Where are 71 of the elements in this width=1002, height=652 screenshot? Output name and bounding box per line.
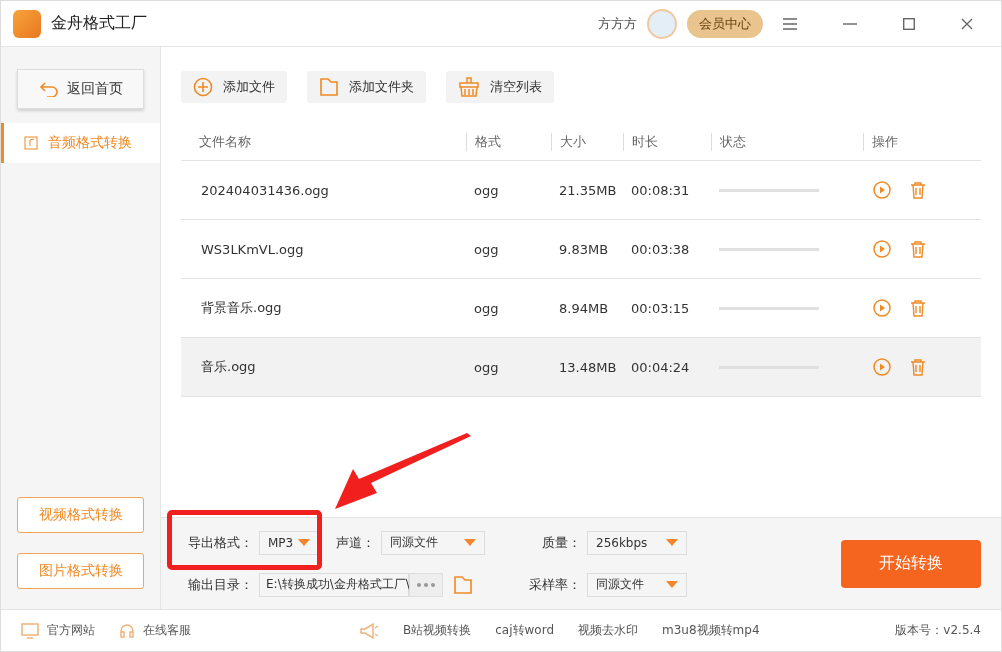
- version-label: 版本号：v2.5.4: [895, 622, 981, 639]
- dropdown[interactable]: 同源文件: [587, 572, 687, 597]
- footer-link[interactable]: caj转word: [495, 622, 554, 639]
- setting-label: 质量：: [542, 533, 581, 552]
- table-cell-text: 202404031436.ogg: [200, 182, 330, 198]
- footer-link[interactable]: 视频去水印: [578, 622, 638, 639]
- table-cell-text: ogg: [473, 182, 500, 198]
- table-cell-text: 00:04:24: [630, 359, 691, 375]
- table-cell-text: ogg: [473, 241, 500, 257]
- table-cell-text: ogg: [473, 359, 500, 375]
- play-icon[interactable]: [873, 299, 891, 317]
- footer-link[interactable]: 在线客服: [119, 622, 191, 639]
- folder-icon: [319, 77, 339, 97]
- trash-icon[interactable]: [909, 181, 927, 199]
- setting-label: 导出格式：: [188, 533, 253, 552]
- folder-icon: [453, 574, 473, 595]
- plus-circle-icon: [193, 77, 213, 97]
- file-row[interactable]: 音乐.ogg ogg 13.48MB 00:04:24: [181, 338, 981, 397]
- trash-icon[interactable]: [909, 299, 927, 317]
- toolbar-button[interactable]: 添加文件夹: [307, 71, 426, 103]
- close-icon[interactable]: [961, 17, 973, 30]
- table-cell-text: 00:03:38: [630, 241, 691, 257]
- dropdown[interactable]: 256kbps: [587, 530, 687, 555]
- menu-icon[interactable]: [783, 17, 797, 30]
- play-icon[interactable]: [873, 240, 891, 258]
- table-cell-text: 背景音乐.ogg: [200, 299, 283, 317]
- footer-link[interactable]: B站视频转换: [403, 622, 472, 639]
- dropdown[interactable]: 同源文件: [381, 530, 485, 555]
- play-icon[interactable]: [873, 358, 891, 376]
- minimize-icon[interactable]: [843, 22, 857, 25]
- table-cell-text: 00:08:31: [630, 182, 691, 198]
- table-cell-text: ogg: [473, 300, 500, 316]
- basket-icon: [458, 77, 480, 97]
- column-header: 大小: [551, 132, 623, 151]
- toolbar-button[interactable]: 添加文件: [181, 71, 287, 103]
- toolbar-button[interactable]: 清空列表: [446, 71, 554, 103]
- more-icon: [416, 582, 436, 587]
- table-cell-text: 13.48MB: [558, 359, 618, 375]
- setting-label: 输出目录：: [188, 575, 253, 594]
- app-logo-icon: [13, 9, 41, 38]
- column-header: 格式: [466, 132, 551, 151]
- setting-label: 声道：: [336, 533, 375, 552]
- more-button[interactable]: [409, 572, 443, 597]
- megaphone-icon: [359, 621, 379, 640]
- back-home-button[interactable]: 返回首页: [17, 69, 144, 109]
- return-arrow-icon: [38, 81, 59, 97]
- trash-icon[interactable]: [909, 240, 927, 258]
- setting-label: 采样率：: [529, 575, 581, 594]
- vip-button[interactable]: 会员中心: [687, 9, 763, 38]
- table-cell-text: 00:03:15: [630, 300, 691, 316]
- user-name: 方方方: [598, 14, 637, 33]
- column-header: 时长: [623, 132, 711, 151]
- output-path-field[interactable]: E:\转换成功\金舟格式工厂\: [259, 572, 409, 597]
- column-header: 状态: [711, 132, 863, 151]
- footer-link[interactable]: m3u8视频转mp4: [662, 622, 760, 639]
- window-title: 金舟格式工厂: [51, 13, 148, 34]
- table-cell-text: 9.83MB: [558, 241, 610, 257]
- table-cell-text: 21.35MB: [558, 182, 618, 198]
- monitor-icon: [21, 622, 39, 639]
- maximize-icon[interactable]: [903, 17, 915, 30]
- table-cell-text: WS3LKmVL.ogg: [200, 241, 305, 257]
- headset-icon: [119, 622, 135, 639]
- dropdown[interactable]: MP3: [259, 530, 319, 555]
- column-header: 操作: [863, 132, 981, 151]
- table-cell-text: 音乐.ogg: [200, 358, 257, 376]
- column-header: 文件名称: [198, 132, 252, 151]
- footer-link[interactable]: 官方网站: [21, 622, 95, 639]
- trash-icon[interactable]: [909, 358, 927, 376]
- play-icon[interactable]: [873, 181, 891, 199]
- avatar-icon[interactable]: [647, 8, 677, 39]
- table-cell-text: 8.94MB: [558, 300, 610, 316]
